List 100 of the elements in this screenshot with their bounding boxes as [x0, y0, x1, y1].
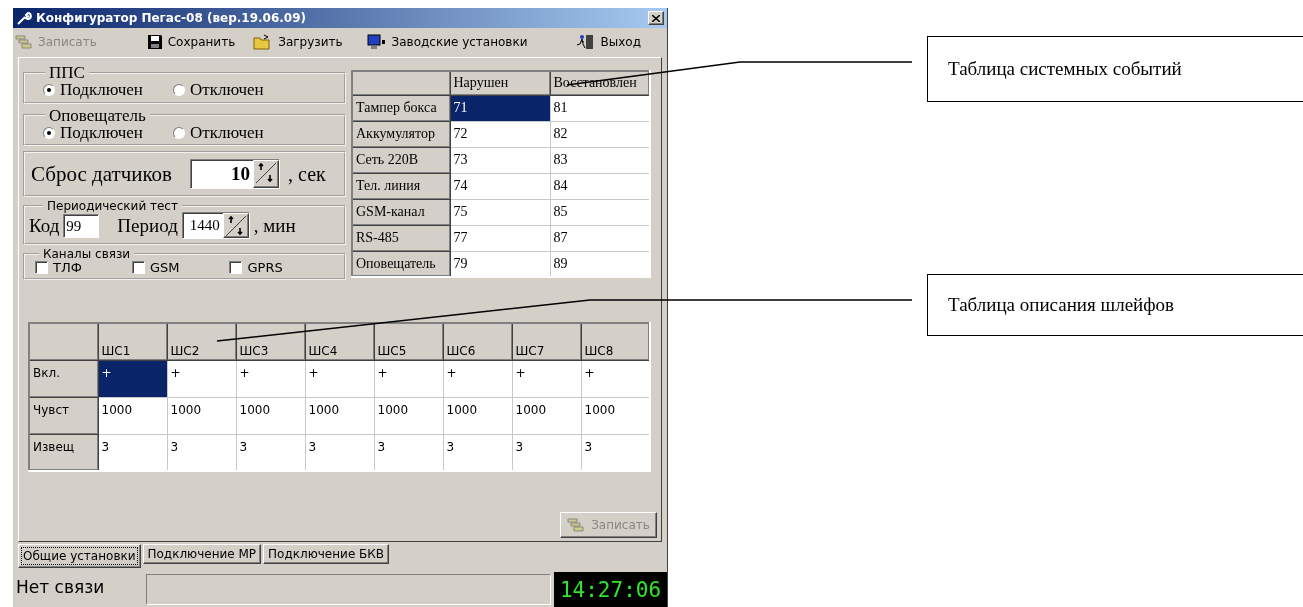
table-cell[interactable]: 3	[98, 434, 167, 472]
table-cell[interactable]: 81	[550, 95, 650, 121]
unit-label: , сек	[288, 162, 326, 186]
close-button[interactable]	[648, 11, 664, 25]
column-header: ШС7	[512, 323, 581, 361]
connection-status: Нет связи	[15, 576, 106, 599]
table-cell[interactable]: 84	[550, 173, 650, 199]
row-header: Тел. линия	[352, 173, 450, 199]
table-cell[interactable]: +	[512, 360, 581, 398]
row-header: Сеть 220В	[352, 147, 450, 173]
group-label: Каналы связи	[42, 248, 132, 261]
callout-box: Таблица системных событий	[927, 36, 1303, 102]
toolbar-button[interactable]: Заводские установки	[366, 34, 528, 50]
group-label: ППС	[48, 64, 86, 81]
column-header: Нарушен	[450, 71, 550, 95]
floppy-icon	[146, 34, 163, 50]
table-cell[interactable]: 74	[450, 173, 550, 199]
row-header: Аккумулятор	[352, 121, 450, 147]
table-cell[interactable]: 72	[450, 121, 550, 147]
row-header: Тампер бокса	[352, 95, 450, 121]
column-header: ШС5	[374, 323, 443, 361]
checkbox-option[interactable]: ТЛФ	[35, 260, 82, 276]
table-cell[interactable]: 3	[374, 434, 443, 472]
column-header: Восстановлен	[550, 71, 650, 95]
spin-button[interactable]	[222, 213, 249, 239]
table-cell[interactable]: 73	[450, 147, 550, 173]
table-cell[interactable]: 87	[550, 225, 650, 251]
spin-field[interactable]: 10	[190, 159, 281, 190]
row-header: Вкл.	[29, 360, 98, 398]
toolbar-button[interactable]: Сохранить	[146, 34, 236, 50]
table-cell[interactable]: 77	[450, 225, 550, 251]
table-cell[interactable]: +	[581, 360, 650, 398]
table-cell[interactable]: +	[374, 360, 443, 398]
column-header: ШС8	[581, 323, 650, 361]
row-header: Чувст	[29, 397, 98, 435]
row-header: Оповещатель	[352, 251, 450, 277]
table-cell[interactable]: 3	[305, 434, 374, 472]
wrench-icon	[16, 10, 32, 26]
table-cell[interactable]: 3	[443, 434, 512, 472]
table-cell[interactable]: 1000	[443, 397, 512, 435]
column-header: ШС6	[443, 323, 512, 361]
table-cell[interactable]: 71	[450, 95, 550, 121]
radio-option[interactable]: Подключен	[43, 123, 143, 143]
group-label: Периодический тест	[46, 200, 179, 213]
table-cell[interactable]: 89	[550, 251, 650, 277]
tab[interactable]: Подключение МР	[142, 544, 262, 564]
field-label: Период	[117, 214, 178, 237]
table-cell[interactable]: 82	[550, 121, 650, 147]
checkbox-option[interactable]: GPRS	[229, 260, 283, 276]
clock: 14:27:06	[554, 572, 667, 607]
table-cell[interactable]: 83	[550, 147, 650, 173]
up-down-arrows-icon	[223, 214, 248, 239]
code-field[interactable]: 99	[63, 213, 100, 238]
row-header: RS-485	[352, 225, 450, 251]
column-header: ШС3	[236, 323, 305, 361]
row-header: Извещ	[29, 434, 98, 472]
column-header: ШС2	[167, 323, 236, 361]
table-cell[interactable]: 3	[167, 434, 236, 472]
spin-field[interactable]: 1440	[181, 212, 250, 240]
field-label: Сброс датчиков	[31, 161, 173, 187]
column-header: ШС1	[98, 323, 167, 361]
radio-option[interactable]: Отключен	[172, 123, 264, 143]
table-cell[interactable]: 1000	[512, 397, 581, 435]
table-cell[interactable]: 1000	[305, 397, 374, 435]
table-cell[interactable]: +	[305, 360, 374, 398]
table-cell[interactable]: +	[98, 360, 167, 398]
table-cell[interactable]: 79	[450, 251, 550, 277]
unit-label: , мин	[253, 214, 296, 237]
document-icon	[15, 34, 33, 50]
toolbar-button[interactable]: Загрузить	[253, 34, 343, 50]
table-cell[interactable]: 3	[236, 434, 305, 472]
checkbox-option[interactable]: GSM	[131, 260, 180, 276]
table-cell[interactable]: 85	[550, 199, 650, 225]
document-icon	[567, 517, 586, 533]
callout-box: Таблица описания шлейфов	[927, 274, 1303, 336]
table-cell[interactable]: 3	[512, 434, 581, 472]
toolbar-button[interactable]: Выход	[575, 34, 641, 50]
field-label: Код	[29, 214, 60, 237]
table-cell[interactable]: 1000	[167, 397, 236, 435]
table-cell[interactable]: +	[167, 360, 236, 398]
table-cell[interactable]: 1000	[581, 397, 650, 435]
tab[interactable]: Подключение БКВ	[263, 544, 390, 564]
row-header: GSM-канал	[352, 199, 450, 225]
tab[interactable]: Общие установки	[18, 544, 141, 568]
close-icon	[652, 14, 660, 22]
monitor-icon	[366, 34, 387, 50]
spin-button[interactable]	[253, 160, 280, 189]
group-label: Оповещатель	[48, 106, 147, 124]
table-cell[interactable]: 1000	[374, 397, 443, 435]
column-header: ШС4	[305, 323, 374, 361]
table-cell[interactable]: 1000	[236, 397, 305, 435]
table-cell[interactable]: 75	[450, 199, 550, 225]
table-cell[interactable]: 3	[581, 434, 650, 472]
table-cell[interactable]: +	[443, 360, 512, 398]
up-down-arrows-icon	[254, 161, 279, 186]
door-icon	[575, 34, 596, 50]
radio-option[interactable]: Подключен	[43, 81, 143, 100]
table-cell[interactable]: +	[236, 360, 305, 398]
table-cell[interactable]: 1000	[98, 397, 167, 435]
radio-option[interactable]: Отключен	[172, 81, 264, 100]
